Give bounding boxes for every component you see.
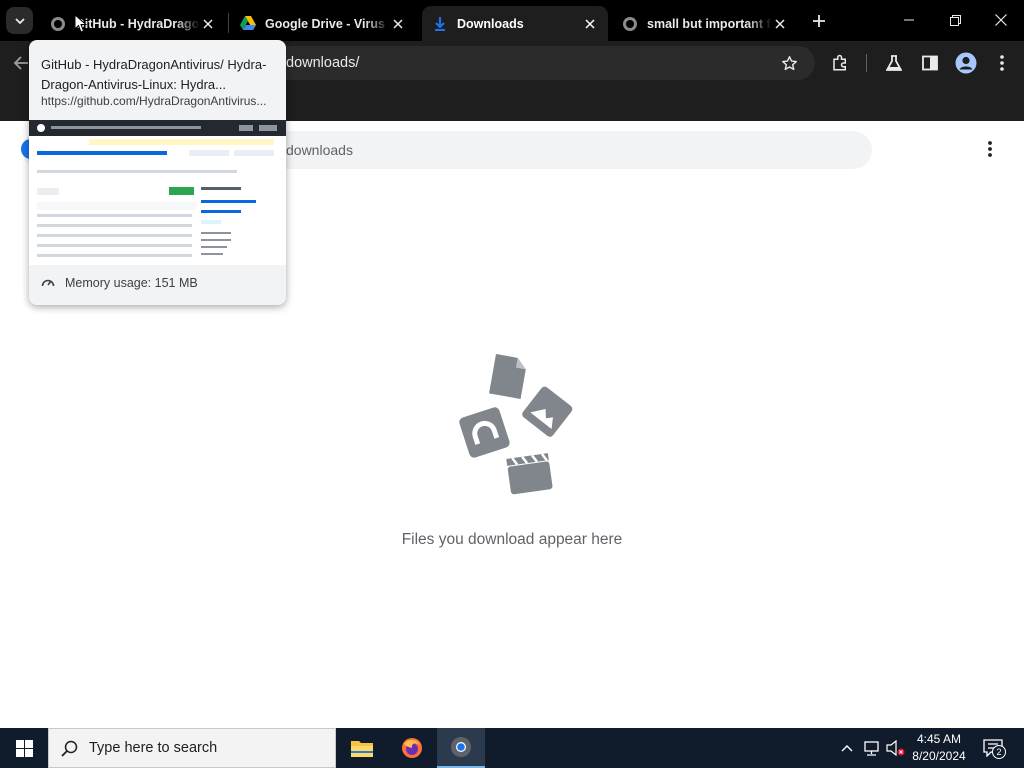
restore-button[interactable] [932,0,978,40]
page-thumbnail [29,120,286,257]
taskbar-firefox[interactable] [388,728,436,768]
windows-taskbar: Type here to search 4:45 AM 8/20/2024 2 [0,728,1024,768]
close-icon [393,18,403,29]
avatar-icon [955,52,977,74]
tab-title: Downloads [457,16,524,31]
video-clapper-icon [506,453,553,495]
tab-search-button[interactable] [6,7,33,34]
downloads-search-placeholder: downloads [286,142,353,158]
github-icon [51,16,65,31]
tab-hover-card: GitHub - HydraDragonAntivirus/ Hydra-Dra… [29,40,286,305]
close-icon [775,18,785,29]
labs-button[interactable] [879,48,909,78]
mouse-pointer-icon [74,14,88,33]
toolbar-divider [866,54,867,72]
close-icon [203,18,213,29]
restore-icon [949,14,961,26]
tab-close-button[interactable] [772,16,788,32]
tab-downloads[interactable]: Downloads [422,6,608,41]
star-icon [781,55,797,70]
audio-icon [459,407,510,458]
browser-menu-button[interactable] [987,48,1017,78]
notification-count-badge: 2 [992,745,1006,759]
tab-close-button[interactable] [582,16,598,32]
tab-strip: GitHub - HydraDragonAntivirus/Hydra-Drag… [0,0,1024,41]
close-icon [585,18,595,29]
tab-title: small but important fixes [647,16,772,31]
tab-github-fixes[interactable]: small but important fixes [612,6,798,41]
image-icon [522,386,573,437]
side-panel-button[interactable] [915,48,945,78]
network-icon [863,740,879,756]
search-icon [61,740,78,757]
hover-card-memory: Memory usage: 151 MB [41,276,198,290]
hover-card-url: https://github.com/HydraDragonAntivirus.… [41,94,267,108]
empty-downloads-illustration [459,354,573,495]
tab-close-button[interactable] [200,16,216,32]
hover-card-memory-text: Memory usage: 151 MB [65,276,198,290]
new-tab-button[interactable] [806,8,832,34]
close-window-button[interactable] [978,0,1024,40]
hover-card-page-preview [29,120,286,265]
google-drive-icon [240,16,256,30]
tab-github-hydra[interactable]: GitHub - HydraDragonAntivirus/Hydra-Drag… [40,6,226,41]
github-icon [623,16,637,31]
firefox-icon [402,738,422,758]
plus-icon [813,15,825,27]
clock-time: 4:45 AM [916,732,962,746]
puzzle-piece-icon [833,54,846,71]
tab-separator [228,13,229,33]
taskbar-search-placeholder: Type here to search [89,740,218,756]
taskbar-search-box[interactable]: Type here to search [48,728,336,768]
flask-icon [886,54,902,71]
volume-tray-button[interactable] [885,738,905,758]
gauge-icon [41,279,55,287]
folder-icon [351,741,373,757]
close-icon [995,14,1007,26]
profile-button[interactable] [951,48,981,78]
windows-logo-icon [15,739,33,757]
chevron-down-icon [14,17,25,24]
kebab-menu-icon [988,141,992,157]
download-icon [435,16,445,31]
start-button[interactable] [0,728,48,768]
hover-card-title: GitHub - HydraDragonAntivirus/ Hydra-Dra… [41,57,267,92]
network-tray-button[interactable] [861,738,881,758]
chrome-icon [451,737,471,757]
tab-title: Google Drive - Virus scan warning [265,16,390,31]
tab-title: GitHub - HydraDragonAntivirus/Hydra-Drag… [75,16,200,31]
minimize-icon [904,19,914,21]
notification-center-button[interactable]: 2 [980,736,1006,760]
kebab-menu-icon [1000,55,1004,71]
address-bar-url: downloads/ [286,55,360,71]
document-icon [489,354,526,399]
taskbar-clock[interactable]: 4:45 AM 8/20/2024 [905,731,973,765]
side-panel-icon [922,55,938,71]
minimize-button[interactable] [886,0,932,40]
chevron-up-icon [841,745,853,752]
taskbar-file-explorer[interactable] [338,728,386,768]
bookmark-star-button[interactable] [774,48,804,78]
taskbar-chrome[interactable] [437,728,485,768]
extensions-button[interactable] [825,48,855,78]
volume-muted-icon [885,740,904,756]
empty-downloads-message: Files you download appear here [401,531,623,548]
show-hidden-icons-button[interactable] [837,738,857,758]
downloads-menu-button[interactable] [978,137,1002,161]
tab-google-drive[interactable]: Google Drive - Virus scan warning [230,6,416,41]
tab-close-button[interactable] [390,16,406,32]
clock-date: 8/20/2024 [912,749,966,763]
back-arrow-icon [13,56,28,70]
